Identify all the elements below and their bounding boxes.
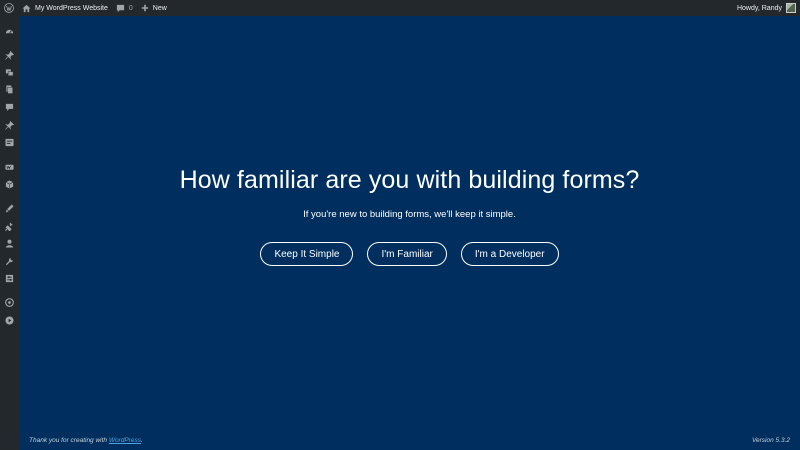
comments-icon[interactable] <box>4 102 15 113</box>
pages-icon[interactable] <box>4 84 15 95</box>
users-icon[interactable] <box>4 238 15 249</box>
admin-sidebar <box>0 16 19 450</box>
media-icon[interactable] <box>4 67 15 78</box>
new-content-menu[interactable]: New <box>137 0 171 16</box>
keep-it-simple-button[interactable]: Keep It Simple <box>260 242 354 266</box>
appearance-icon[interactable] <box>4 203 15 214</box>
footer-thanks-suffix: . <box>141 437 143 444</box>
wpforms-icon[interactable] <box>4 137 15 148</box>
page-title: How familiar are you with building forms… <box>179 166 640 194</box>
pin-icon[interactable] <box>4 120 15 131</box>
avatar <box>786 3 796 13</box>
comments-menu[interactable]: 0 <box>112 0 137 16</box>
home-icon <box>22 4 31 12</box>
wordpress-icon <box>4 3 14 13</box>
footer-thanks: Thank you for creating with WordPress. <box>29 437 143 444</box>
circle-icon[interactable] <box>4 297 15 308</box>
im-familiar-button[interactable]: I'm Familiar <box>367 242 447 266</box>
tools-icon[interactable] <box>4 256 15 267</box>
comments-count: 0 <box>128 4 133 12</box>
new-label: New <box>152 4 167 12</box>
site-name: My WordPress Website <box>35 4 108 12</box>
play-icon[interactable] <box>4 315 15 326</box>
wordpress-link[interactable]: WordPress <box>109 437 141 444</box>
pin-icon[interactable] <box>4 50 15 61</box>
plugins-icon[interactable] <box>4 221 15 232</box>
onboarding-panel: How familiar are you with building forms… <box>19 16 800 450</box>
wordpress-logo-menu[interactable] <box>0 0 18 16</box>
comment-icon <box>116 4 124 12</box>
site-name-menu[interactable]: My WordPress Website <box>18 0 112 16</box>
settings-icon[interactable] <box>4 273 15 284</box>
footer-thanks-text: Thank you for creating with <box>29 437 108 444</box>
products-icon[interactable] <box>4 179 15 190</box>
dashboard-icon[interactable] <box>4 26 15 37</box>
my-account-menu[interactable]: Howdy, Randy <box>733 0 800 16</box>
plus-icon <box>141 4 148 12</box>
woo-icon[interactable] <box>4 162 15 173</box>
im-a-developer-button[interactable]: I'm a Developer <box>460 242 559 266</box>
greeting: Howdy, Randy <box>736 4 782 12</box>
page-subtitle: If you're new to building forms, we'll k… <box>303 209 516 220</box>
footer-version: Version 5.3.2 <box>751 437 790 444</box>
choice-group: Keep It Simple I'm Familiar I'm a Develo… <box>19 242 800 266</box>
admin-bar: My WordPress Website 0 New Howdy, Randy <box>0 0 800 16</box>
